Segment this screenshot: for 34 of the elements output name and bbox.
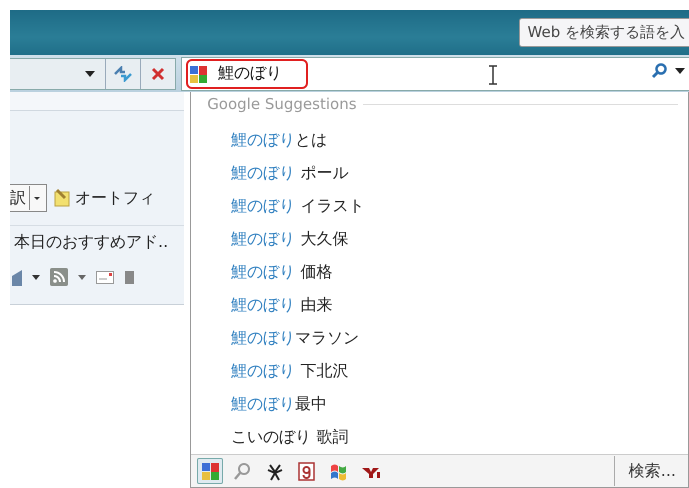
section-header: Google Suggestions	[207, 95, 357, 114]
suggestion-item[interactable]: 鯉のぼり マラソン	[191, 322, 688, 356]
suggestion-item[interactable]: 鯉のぼり 下北沢	[191, 355, 688, 388]
find-more-button[interactable]: 検索...	[614, 456, 688, 486]
caret-icon[interactable]	[85, 70, 95, 76]
search-button[interactable]	[651, 62, 685, 78]
favorites-link[interactable]: 本日のおすすめアド..	[10, 225, 184, 256]
search-icon	[651, 62, 667, 78]
address-field[interactable]	[10, 58, 176, 90]
letter-box-icon	[296, 460, 317, 482]
suggestion-item[interactable]: 鯉のぼり 大久保	[191, 223, 688, 256]
close-icon[interactable]	[151, 66, 165, 80]
magnifier-icon	[232, 460, 253, 482]
search-text: 鯉のぼり	[217, 62, 283, 84]
caret-icon	[675, 68, 685, 74]
caret-icon[interactable]	[32, 274, 40, 280]
note-icon	[53, 188, 71, 208]
suggestion-item[interactable]: 鯉のぼり ポール	[191, 157, 688, 190]
colored-squares-icon	[200, 460, 221, 482]
autofill-button[interactable]: オートフィ	[53, 188, 155, 208]
suggestion-item[interactable]: 鯉のぼり 価格	[191, 256, 688, 290]
refresh-icon[interactable]	[113, 66, 133, 82]
mail-icon[interactable]	[96, 270, 114, 284]
suggestion-item[interactable]: 鯉のぼり 最中	[191, 388, 688, 422]
suggestion-item[interactable]: 鯉のぼり イラスト	[191, 190, 688, 224]
suggestion-item[interactable]: 鯉のぼり とは	[191, 124, 688, 158]
translate-button[interactable]: 訳	[10, 184, 47, 212]
tooltip: Web を検索する語を入	[518, 18, 689, 47]
suggestion-item[interactable]: 鯉のぼり 由来	[191, 289, 688, 322]
text-cursor-icon	[488, 64, 498, 84]
suggestion-item[interactable]: こいのぼり 歌詞	[191, 421, 688, 454]
feed-icon[interactable]	[50, 268, 68, 286]
search-field[interactable]: 鯉のぼり	[181, 56, 689, 90]
colored-squares-icon	[188, 64, 208, 84]
